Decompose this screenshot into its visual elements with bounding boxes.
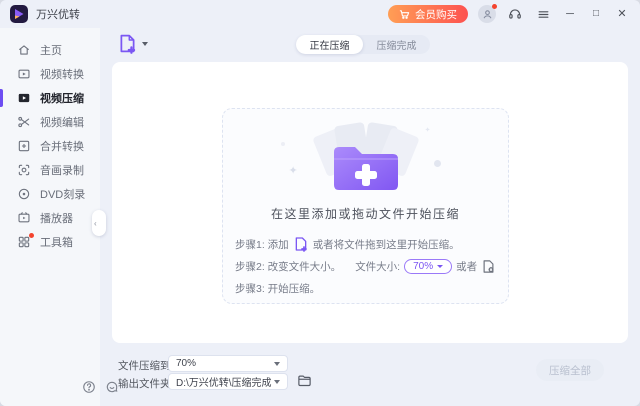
account-avatar[interactable] — [478, 5, 496, 23]
content-panel: ✦ ✦ 在这里添加或拖动文件开始压缩 步骤1: 添加 — [112, 62, 628, 343]
maximize-button[interactable]: □ — [588, 6, 604, 22]
app-logo-icon — [10, 5, 28, 23]
compress-all-button[interactable]: 压缩全部 — [536, 359, 604, 381]
buy-button-label: 会员购买 — [415, 7, 457, 22]
chevron-down-icon — [437, 265, 443, 268]
scissors-icon — [17, 115, 31, 129]
sidebar-item-merge-convert[interactable]: 合并转换 — [0, 134, 100, 158]
sparkle-icon: ✦ — [425, 126, 431, 134]
help-bar — [82, 380, 119, 394]
compress-to-dropdown[interactable]: 70% — [168, 355, 288, 372]
video-compress-icon — [17, 91, 31, 105]
sidebar-item-video-edit[interactable]: 视频编辑 — [0, 110, 100, 134]
file-settings-icon[interactable] — [481, 259, 496, 274]
compress-tabs: 正在压缩 压缩完成 — [296, 35, 430, 54]
toolbox-icon — [17, 235, 31, 249]
step-1: 步骤1: 添加 或者将文件拖到这里开始压缩。 — [235, 233, 496, 255]
file-size-dropdown[interactable]: 70% — [404, 259, 452, 274]
add-file-button[interactable] — [117, 33, 148, 54]
sparkle-icon: ✦ — [289, 164, 298, 177]
browse-folder-icon[interactable] — [297, 373, 312, 388]
chevron-down-icon — [274, 380, 280, 384]
add-file-icon — [117, 33, 138, 54]
sidebar-item-player[interactable]: 播放器 — [0, 206, 100, 230]
merge-icon — [17, 139, 31, 153]
cart-icon — [399, 9, 410, 20]
notification-dot — [492, 4, 497, 9]
sidebar-item-video-compress[interactable]: 视频压缩 — [0, 86, 100, 110]
chevron-down-icon — [274, 362, 280, 366]
compress-to-label: 文件压缩到: — [118, 358, 173, 373]
sidebar-item-dvd-burn[interactable]: DVD刻录 — [0, 182, 100, 206]
feedback-icon[interactable] — [105, 380, 119, 394]
tab-compressed[interactable]: 压缩完成 — [363, 35, 430, 54]
home-icon — [17, 43, 31, 57]
titlebar-actions: 会员购买 ─ □ ✕ — [388, 5, 630, 23]
app-window: 万兴优转 会员购买 ─ □ ✕ 主页 — [0, 0, 640, 406]
steps-list: 步骤1: 添加 或者将文件拖到这里开始压缩。 步骤2: 改变文件大小。 文件大小… — [235, 233, 496, 299]
record-icon — [17, 163, 31, 177]
add-file-icon — [293, 236, 309, 252]
membership-buy-button[interactable]: 会员购买 — [388, 5, 468, 23]
minimize-button[interactable]: ─ — [562, 6, 578, 22]
sidebar-collapse-handle[interactable]: ‹ — [92, 210, 106, 236]
dvd-icon — [17, 187, 31, 201]
sidebar-item-record[interactable]: 音画录制 — [0, 158, 100, 182]
toolbox-badge-dot — [29, 233, 34, 238]
help-icon[interactable] — [82, 380, 96, 394]
folder-illustration: ✦ ✦ — [281, 122, 451, 196]
add-file-caret-icon — [142, 42, 148, 46]
menu-icon[interactable] — [534, 5, 552, 23]
file-dropzone[interactable]: ✦ ✦ 在这里添加或拖动文件开始压缩 步骤1: 添加 — [222, 108, 509, 304]
video-convert-icon — [17, 67, 31, 81]
step-2: 步骤2: 改变文件大小。 文件大小: 70% 或者 — [235, 255, 496, 277]
person-icon — [482, 9, 493, 20]
sparkle-dot — [281, 142, 285, 146]
close-button[interactable]: ✕ — [614, 6, 630, 22]
titlebar: 万兴优转 会员购买 ─ □ ✕ — [0, 0, 640, 28]
output-folder-label: 输出文件夹: — [118, 376, 173, 391]
sidebar-item-home[interactable]: 主页 — [0, 38, 100, 62]
sparkle-dot — [434, 160, 441, 167]
sidebar-item-toolbox[interactable]: 工具箱 — [0, 230, 100, 254]
app-title: 万兴优转 — [36, 6, 80, 22]
player-icon — [17, 211, 31, 225]
tab-compressing[interactable]: 正在压缩 — [296, 35, 363, 54]
sidebar-item-video-convert[interactable]: 视频转换 — [0, 62, 100, 86]
support-headset-icon[interactable] — [506, 5, 524, 23]
dropzone-hint: 在这里添加或拖动文件开始压缩 — [223, 205, 508, 222]
step-3: 步骤3: 开始压缩。 — [235, 277, 496, 299]
sidebar: 主页 视频转换 视频压缩 视频编辑 合并转换 音画录制 DVD刻录 — [0, 28, 100, 406]
add-folder-icon — [328, 140, 404, 196]
output-folder-dropdown[interactable]: D:\万兴优转\压缩完成 — [168, 373, 288, 390]
